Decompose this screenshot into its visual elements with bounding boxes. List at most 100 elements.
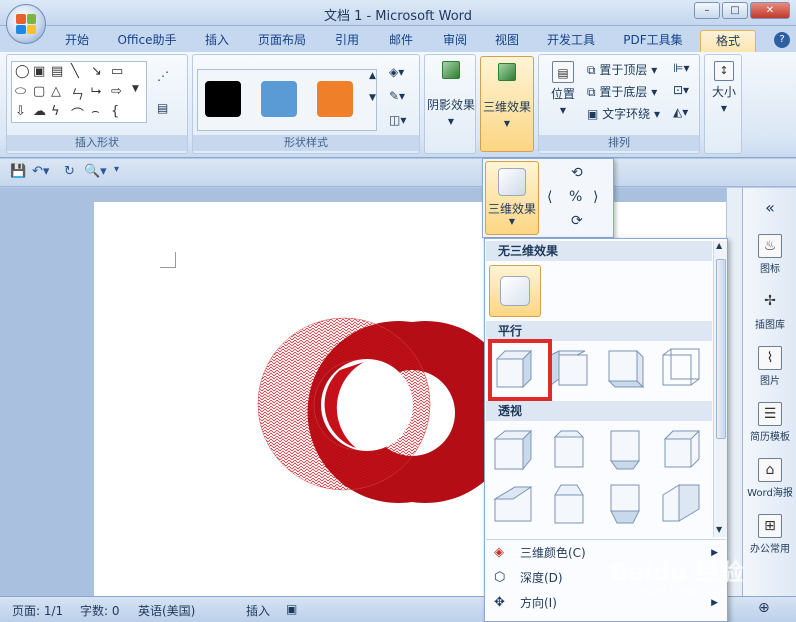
preset-perspective-8[interactable] bbox=[659, 481, 703, 527]
cloud-shape-icon[interactable]: ☁ bbox=[33, 104, 46, 119]
arrow-line-shape-icon[interactable]: ↘ bbox=[91, 64, 102, 79]
tilt-up-icon[interactable]: ⟲ bbox=[571, 165, 583, 181]
side-item-illustrations[interactable]: ✢ 插图库 bbox=[743, 290, 796, 331]
undo-icon[interactable]: ↶▾ bbox=[32, 164, 49, 179]
tab-home[interactable]: 开始 bbox=[56, 30, 98, 52]
preset-perspective-3[interactable] bbox=[603, 427, 647, 473]
group-objects-icon[interactable]: ⊡▾ bbox=[673, 83, 689, 97]
triangle-shape-icon[interactable]: △ bbox=[51, 84, 61, 99]
zoom-in-icon[interactable]: ⊕ bbox=[758, 600, 770, 616]
tab-page-layout[interactable]: 页面布局 bbox=[252, 30, 312, 52]
brace-shape-icon[interactable]: { bbox=[111, 104, 119, 119]
line-shape-icon[interactable]: ╲ bbox=[71, 64, 79, 79]
tab-view[interactable]: 视图 bbox=[486, 30, 528, 52]
preset-perspective-1[interactable] bbox=[491, 427, 535, 473]
send-to-back-button[interactable]: ⧉ 置于底层 ▾ bbox=[587, 83, 657, 100]
right-arrow-shape-icon[interactable]: ⇨ bbox=[111, 84, 122, 99]
size-button[interactable]: ↕ 大小 ▼ bbox=[707, 61, 741, 113]
customize-qat-icon[interactable]: ▾ bbox=[114, 164, 119, 175]
line-color-icon[interactable]: ✎▾ bbox=[389, 89, 405, 103]
preset-perspective-4[interactable] bbox=[659, 427, 703, 473]
freeform-shape-icon[interactable]: ⌢ bbox=[91, 104, 100, 119]
preset-perspective-2[interactable] bbox=[547, 427, 591, 473]
print-preview-icon[interactable]: 🔍▾ bbox=[84, 164, 107, 179]
tab-pdf-tools[interactable]: PDF工具集 bbox=[616, 30, 690, 52]
tab-mailings[interactable]: 邮件 bbox=[380, 30, 422, 52]
side-item-office[interactable]: ⊞ 办公常用 bbox=[743, 514, 796, 555]
minimize-button[interactable]: – bbox=[694, 2, 720, 19]
office-button[interactable] bbox=[6, 4, 46, 44]
tilt-down-icon[interactable]: ⟳ bbox=[571, 213, 583, 229]
side-item-poster[interactable]: ⌂ Word海报 bbox=[743, 458, 796, 499]
menu-scroll-thumb[interactable] bbox=[716, 259, 726, 439]
shadow-effects-button[interactable]: 阴影效果 ▼ bbox=[427, 61, 475, 126]
tilt-right-icon[interactable]: ⟩ bbox=[593, 189, 598, 205]
ellipse-shape-icon[interactable]: ⬭ bbox=[15, 84, 26, 99]
insert-mode[interactable]: 插入 bbox=[246, 602, 270, 619]
position-button[interactable]: ▤ 位置 ▼ bbox=[543, 61, 583, 115]
bring-to-front-button[interactable]: ⧉ 置于顶层 ▾ bbox=[587, 61, 657, 78]
preset-perspective-6[interactable] bbox=[547, 481, 591, 527]
down-arrow-shape-icon[interactable]: ⇩ bbox=[15, 104, 26, 119]
style-swatch-black[interactable] bbox=[205, 81, 241, 117]
tab-references[interactable]: 引用 bbox=[326, 30, 368, 52]
edit-shape-icon[interactable]: ⋰ bbox=[157, 69, 169, 83]
tab-developer[interactable]: 开发工具 bbox=[540, 30, 602, 52]
lightning-shape-icon[interactable]: ϟ bbox=[51, 104, 60, 119]
vertical-scrollbar[interactable] bbox=[726, 188, 742, 596]
preset-parallel-3[interactable] bbox=[603, 345, 647, 391]
side-item-icons[interactable]: ♨ 图标 bbox=[743, 234, 796, 275]
save-icon[interactable]: 💾 bbox=[10, 164, 26, 179]
text-wrap-button[interactable]: ▣ 文字环绕 ▾ bbox=[587, 105, 660, 122]
scroll-up-icon[interactable]: ▲ bbox=[716, 241, 722, 250]
tilt-left-icon[interactable]: ⟨ bbox=[547, 189, 552, 205]
shapes-gallery[interactable]: ◯ ▣ ▤ ╲ ↘ ▭ ⬭ ▢ △ ㄣ ⮡ ⇨ ⇩ ☁ ϟ ⌒ ⌢ { ▼ bbox=[11, 61, 147, 123]
page-count[interactable]: 页面: 1/1 bbox=[12, 602, 63, 619]
tab-insert[interactable]: 插入 bbox=[196, 30, 238, 52]
gallery-scroll-icon[interactable]: ▼ bbox=[132, 84, 139, 94]
rotate-icon[interactable]: ◭▾ bbox=[673, 105, 688, 119]
preset-perspective-7[interactable] bbox=[603, 481, 647, 527]
side-item-pictures[interactable]: ⌇ 图片 bbox=[743, 346, 796, 387]
ribbon: ◯ ▣ ▤ ╲ ↘ ▭ ⬭ ▢ △ ㄣ ⮡ ⇨ ⇩ ☁ ϟ ⌒ ⌢ { ▼ ⋰ … bbox=[0, 52, 796, 158]
preset-perspective-5[interactable] bbox=[491, 481, 535, 527]
tab-office-assistant[interactable]: Office助手 bbox=[110, 30, 184, 52]
popup-three-d-button[interactable]: 三维效果 ▼ bbox=[485, 161, 539, 235]
scroll-down-icon[interactable]: ▼ bbox=[716, 525, 722, 534]
style-swatch-blue[interactable] bbox=[261, 81, 297, 117]
elbow-arrow-icon[interactable]: ⮡ bbox=[91, 84, 101, 99]
language-status[interactable]: 英语(美国) bbox=[138, 602, 195, 619]
draw-textbox-icon[interactable]: ▤ bbox=[157, 101, 168, 115]
gallery-up-icon[interactable]: ▲ bbox=[369, 71, 376, 81]
vertical-textbox-icon[interactable]: ▤ bbox=[51, 64, 63, 79]
align-icon[interactable]: ⊫▾ bbox=[673, 61, 689, 75]
tab-format[interactable]: 格式 bbox=[700, 30, 756, 52]
toggle-3d-icon[interactable]: % bbox=[569, 189, 582, 205]
side-item-resume[interactable]: ☰ 简历模板 bbox=[743, 402, 796, 443]
preset-no-3d[interactable] bbox=[489, 265, 541, 317]
style-swatch-orange[interactable] bbox=[317, 81, 353, 117]
change-shape-icon[interactable]: ◫▾ bbox=[389, 113, 406, 127]
menu-scrollbar[interactable]: ▲ ▼ bbox=[713, 241, 727, 537]
maximize-button[interactable]: □ bbox=[722, 2, 748, 19]
collapse-panel-button[interactable]: « bbox=[743, 198, 796, 217]
preset-parallel-2[interactable] bbox=[547, 345, 591, 391]
elbow-connector-icon[interactable]: ㄣ bbox=[71, 84, 84, 103]
fill-color-icon[interactable]: ◈▾ bbox=[389, 65, 404, 79]
curve-shape-icon[interactable]: ⌒ bbox=[71, 104, 84, 123]
rounded-rect-shape-icon[interactable]: ▢ bbox=[33, 84, 45, 99]
resume-icon: ☰ bbox=[758, 402, 782, 426]
close-button[interactable]: ✕ bbox=[750, 2, 790, 19]
preset-parallel-4[interactable] bbox=[659, 345, 703, 391]
gallery-down-icon[interactable]: ▼ bbox=[369, 93, 376, 103]
textbox-shape-icon[interactable]: ▣ bbox=[33, 64, 45, 79]
three-d-effects-button[interactable]: 三维效果 ▼ bbox=[480, 56, 534, 152]
tab-review[interactable]: 审阅 bbox=[434, 30, 476, 52]
redo-icon[interactable]: ↻ bbox=[64, 164, 75, 179]
rectangle-shape-icon[interactable]: ▭ bbox=[111, 64, 123, 79]
macro-record-icon[interactable]: ▣ bbox=[286, 602, 297, 616]
oval-shape-icon[interactable]: ◯ bbox=[15, 64, 30, 79]
paint-bucket-icon: ◈ bbox=[494, 545, 504, 560]
help-icon[interactable]: ? bbox=[774, 32, 790, 48]
word-count[interactable]: 字数: 0 bbox=[80, 602, 120, 619]
